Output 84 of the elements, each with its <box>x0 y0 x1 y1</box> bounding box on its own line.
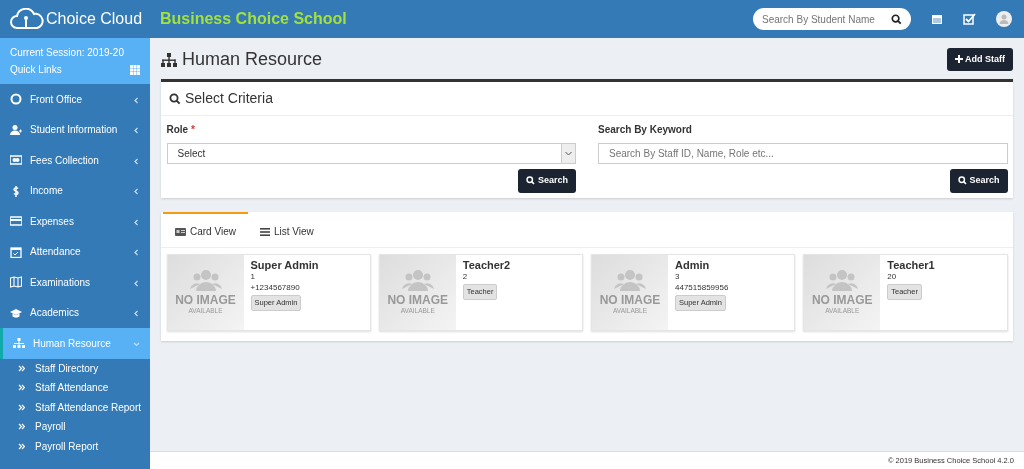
search-icon <box>526 176 536 186</box>
submenu-item[interactable]: Staff Directory <box>0 358 150 378</box>
plus-icon <box>954 55 963 64</box>
chevron-left-icon <box>133 188 140 196</box>
no-image-text: NO IMAGE <box>811 293 873 306</box>
submenu-item[interactable]: Staff Attendance <box>0 378 150 398</box>
sidebar-item[interactable]: Student Information <box>0 114 150 145</box>
staff-phone: +1234567890 <box>250 283 301 294</box>
menu-icon <box>10 154 22 167</box>
sidebar-item[interactable]: Academics <box>0 297 150 328</box>
school-name: Business Choice School <box>160 9 347 29</box>
people-icon <box>400 268 435 291</box>
search-icon <box>169 92 181 105</box>
chevron-left-icon <box>133 127 140 135</box>
double-chevron-icon <box>18 364 25 372</box>
sidebar-item[interactable]: Expenses <box>0 206 150 237</box>
role-label: Role <box>166 123 189 135</box>
people-icon <box>613 268 647 291</box>
sidebar-item[interactable]: Income <box>0 175 150 206</box>
add-staff-button[interactable]: Add Staff <box>946 47 1013 72</box>
sidebar-item[interactable]: Attendance <box>0 236 150 267</box>
staff-name: Teacher2 <box>462 257 511 273</box>
current-session: Current Session: 2019-20 <box>10 46 125 60</box>
double-chevron-icon <box>18 442 25 450</box>
double-chevron-icon <box>18 423 25 431</box>
chevron-down-icon <box>133 340 140 348</box>
menu-icon <box>10 123 22 136</box>
chevron-left-icon <box>133 96 140 104</box>
chevron-left-icon <box>133 310 140 318</box>
no-image-text: NO IMAGE <box>175 293 236 306</box>
id-card-icon <box>175 227 186 236</box>
chevron-left-icon <box>133 157 140 165</box>
page-title: Human Resource <box>182 48 323 71</box>
role-select[interactable]: Select <box>166 142 576 164</box>
staff-name: Teacher1 <box>887 257 935 273</box>
people-icon <box>825 268 860 291</box>
chevron-left-icon <box>133 279 140 287</box>
double-chevron-icon <box>18 384 25 392</box>
submenu-item[interactable]: Payroll <box>0 417 150 437</box>
view-tab[interactable]: List View <box>247 212 326 247</box>
sidebar-item[interactable]: Examinations <box>0 267 150 298</box>
cloud-logo-icon <box>10 8 44 30</box>
menu-icon <box>10 215 22 228</box>
quick-links[interactable]: Quick Links <box>10 61 62 78</box>
menu-icon <box>10 306 22 319</box>
sidebar-item[interactable]: Human Resource <box>0 328 150 359</box>
checkbox-icon[interactable] <box>963 13 976 25</box>
staff-id: 1 <box>250 272 256 284</box>
keyword-field[interactable]: Search By Staff ID, Name, Role etc... <box>598 142 1008 164</box>
avatar-icon[interactable] <box>996 11 1012 27</box>
menu-icon <box>13 337 25 350</box>
staff-id: 2 <box>462 272 469 284</box>
submenu-item[interactable]: Staff Attendance Report <box>0 397 150 417</box>
sidebar-item[interactable]: Front Office <box>0 84 150 115</box>
staff-phone: 447515859956 <box>675 283 729 294</box>
staff-id: 3 <box>675 272 681 284</box>
caret-icon <box>565 150 572 156</box>
staff-name: Admin <box>675 257 711 273</box>
search-button[interactable]: Search <box>949 169 1008 193</box>
keyword-label: Search By Keyword <box>598 123 692 135</box>
chevron-left-icon <box>133 218 140 226</box>
chevron-left-icon <box>133 249 140 257</box>
menu-icon <box>10 184 22 197</box>
menu-icon <box>10 276 22 289</box>
search-field[interactable]: Search By Student Name <box>753 8 911 30</box>
panel-title: Select Criteria <box>185 89 273 108</box>
org-chart-icon <box>161 52 177 67</box>
no-image-text: NO IMAGE <box>387 293 449 306</box>
menu-icon <box>10 245 22 258</box>
logo-text: Choice Cloud <box>46 9 143 29</box>
search-icon <box>957 176 967 186</box>
people-icon <box>188 268 223 291</box>
menu-icon <box>10 93 22 106</box>
no-image-text: NO IMAGE <box>599 293 661 306</box>
submenu-item[interactable]: Payroll Report <box>0 436 150 456</box>
search-icon <box>891 13 902 25</box>
staff-name: Super Admin <box>250 257 319 273</box>
search-button[interactable]: Search <box>518 169 576 193</box>
grid-icon[interactable] <box>130 64 140 75</box>
double-chevron-icon <box>18 403 25 411</box>
staff-id: 20 <box>887 272 898 284</box>
required-mark: * <box>190 123 195 135</box>
list-icon <box>259 227 270 236</box>
sidebar-item[interactable]: Fees Collection <box>0 145 150 176</box>
